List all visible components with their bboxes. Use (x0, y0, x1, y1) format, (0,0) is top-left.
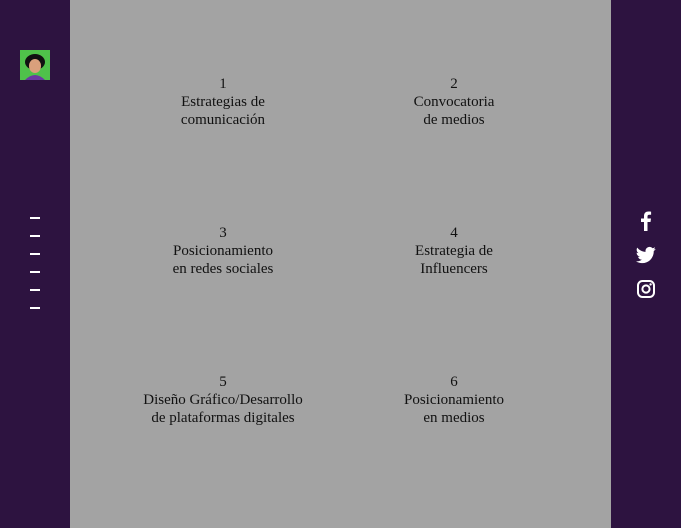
service-item[interactable]: 6 Posicionamiento en medios (354, 373, 554, 427)
service-item[interactable]: 1 Estrategias de comunicación (123, 75, 323, 129)
service-number: 3 (219, 225, 227, 241)
nav-menu (30, 217, 40, 325)
dash-icon[interactable] (30, 289, 40, 291)
facebook-icon[interactable] (636, 211, 656, 231)
service-title-line2: de plataformas digitales (151, 410, 295, 426)
instagram-icon[interactable] (636, 279, 656, 299)
avatar-image (20, 50, 50, 80)
service-title-line1: Convocatoria (413, 94, 495, 110)
service-title-line1: Estrategias de (181, 94, 265, 110)
service-item[interactable]: 5 Diseño Gráfico/Desarrollo de plataform… (123, 373, 323, 427)
service-title-line1: Diseño Gráfico/Desarrollo (143, 392, 303, 408)
dash-icon[interactable] (30, 307, 40, 309)
service-title-line2: de medios (423, 112, 485, 128)
dash-icon[interactable] (30, 271, 40, 273)
service-number: 6 (450, 374, 458, 390)
service-title-line2: comunicación (180, 112, 266, 128)
service-number: 2 (450, 76, 458, 92)
dash-icon[interactable] (30, 235, 40, 237)
service-title-line2: Influencers (420, 261, 488, 277)
service-title-line1: Posicionamiento (173, 243, 273, 259)
service-title-line1: Posicionamiento (404, 392, 504, 408)
service-item[interactable]: 4 Estrategia de Influencers (354, 224, 554, 278)
twitter-icon[interactable] (636, 245, 656, 265)
service-title-line1: Estrategia de (415, 243, 493, 259)
service-title-line2: en medios (423, 410, 485, 426)
service-item[interactable]: 3 Posicionamiento en redes sociales (123, 224, 323, 278)
left-sidebar (0, 0, 70, 528)
service-number: 5 (219, 374, 227, 390)
service-title-line2: en redes sociales (172, 261, 274, 277)
avatar[interactable] (20, 50, 50, 80)
service-item[interactable]: 2 Convocatoria de medios (354, 75, 554, 129)
dash-icon[interactable] (30, 253, 40, 255)
service-number: 4 (450, 225, 458, 241)
service-number: 1 (219, 76, 227, 92)
dash-icon[interactable] (30, 217, 40, 219)
